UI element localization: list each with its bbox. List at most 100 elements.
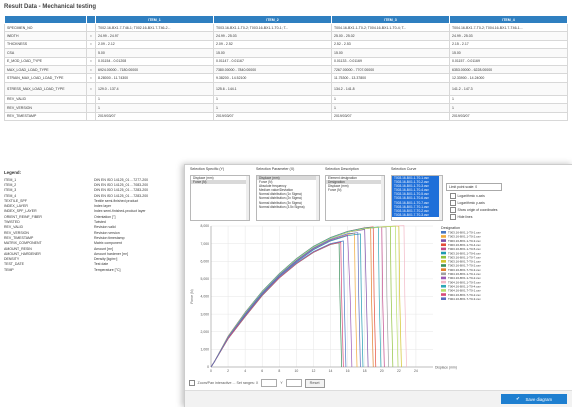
description-option[interactable]: Force (N)	[326, 188, 384, 192]
value-cell: 2.09 - 2.52	[213, 39, 332, 50]
x-tick-label: 12	[312, 369, 316, 373]
option-checkbox[interactable]: Show origin of coordinates	[450, 207, 497, 213]
x-tick-label: 8	[278, 369, 280, 373]
legend-value: DIN EN ISO 14125_01 ...7083-200	[94, 182, 149, 187]
legend-key: INDEX_LAYER	[4, 204, 28, 209]
description-select[interactable]: Element designation Designation Displace (…	[325, 175, 385, 221]
y-range-input[interactable]	[285, 379, 302, 387]
legend-value: Amount hardener [m³]	[94, 251, 129, 256]
property-name-cell: MAX_LOAD_LOAD_TYPE	[4, 64, 87, 75]
x-range-input[interactable]	[261, 379, 278, 387]
legend-value: Textile semi-finished product	[94, 198, 139, 203]
value-cell: 2019/03/07	[449, 111, 568, 121]
legend-key: TEST_DATE	[4, 262, 24, 267]
value-cell: T003.16-BX1.1-T0-2; T003.16-BX1.1-T0-1; …	[213, 22, 332, 33]
legend-value: Revision valid	[94, 225, 116, 230]
curve-select[interactable]: T003.16-BX1.1-T0-1.csv T003.16-BX1.1-T0-2…	[391, 175, 443, 221]
value-cell: 1	[213, 103, 332, 113]
value-cell: 2019/03/07	[95, 111, 214, 121]
legend-key: MATRIX_COMPONENT	[4, 241, 42, 246]
property-name-cell: REV_TIMESTAMP	[4, 111, 87, 121]
zoom-separator: Y	[280, 381, 283, 385]
chart-legend-title: Designation	[441, 226, 460, 230]
value-cell: 129.0 - 137.4	[95, 81, 214, 96]
value-cell: T002.16-BX1.7-T46-1; T002.16-BX1.7-T46-2…	[95, 22, 214, 33]
table-row: E_MOD_LOAD_TYPE ≈0.01154 - 0.01208 0.01147…	[4, 56, 568, 66]
table-row: STRESS_MAX_LOAD_LOAD_TYPE ≈129.0 - 137.4 1…	[4, 81, 568, 96]
description-scrollbar[interactable]	[381, 176, 384, 220]
x-tick-label: 4	[244, 369, 246, 373]
legend-key: INDEX_SPF_LAYER	[4, 209, 37, 214]
result-title: Result Data - Mechanical testing	[4, 4, 97, 10]
legend-key: ORIENT_REINF_FIBER	[4, 214, 42, 219]
approx-cell: ≈	[86, 31, 96, 41]
diagram-dialog: Selection Specific (Y) Displace (mm) Forc…	[184, 164, 572, 407]
legend-row: INDEX_LAYER Index layer	[4, 203, 180, 208]
column-header	[4, 15, 87, 24]
legend-row: ORIENT_REINF_FIBER Orientation [°]	[4, 214, 180, 219]
legend-row: MATRIX_COMPONENT Matrix component	[4, 241, 180, 246]
value-cell: 1	[95, 103, 214, 113]
reset-button[interactable]: Reset	[304, 378, 325, 388]
check-icon: ✔	[515, 396, 520, 401]
value-cell: 0.01154 - 0.01208	[95, 56, 214, 66]
parameter-option[interactable]: Normal distribution (3.5x Sigma)	[257, 205, 319, 209]
legend-swatch	[441, 243, 446, 247]
legend-swatch	[441, 268, 446, 271]
specific-select[interactable]: Displace (mm) Force (N)	[190, 175, 250, 221]
table-row: THICKNESS ≈2.09 - 2.12 2.09 - 2.52 2.52 - 2…	[4, 39, 568, 50]
checkbox-box[interactable]	[450, 200, 456, 206]
zoom-checkbox[interactable]	[189, 380, 195, 386]
value-cell: T004.16-BX1.7-T0-2; T004.16-BX1.7-T46-1.…	[449, 22, 568, 33]
zoom-bar: Zoom/Pan interactive ... Set ranges: X Y…	[189, 378, 569, 388]
specific-option[interactable]: Force (N)	[191, 180, 249, 185]
result-table-body: SPECIMEN_NO T002.16-BX1.7-T46-1; T002.16-…	[4, 22, 568, 121]
value-cell: 2.52 - 2.53	[331, 39, 450, 50]
checkbox-box[interactable]	[450, 214, 456, 220]
y-axis-label: Force (N)	[190, 289, 194, 303]
value-cell: 141.2 - 147.3	[449, 81, 568, 96]
parameter-select[interactable]: Displace (mm) Force (N) Absolute frequency…	[256, 175, 320, 221]
legend-row: INDEX_SPF_LAYER Index semi-finished-produ…	[4, 209, 180, 214]
legend-row: REV_TIMESTAMP Revision timestamp	[4, 235, 180, 240]
legend-key: AMOUNT_HARDENER	[4, 251, 41, 256]
option-checkbox[interactable]: Hide lines	[450, 214, 472, 220]
value-cell: 25.00 - 25.02	[331, 31, 450, 41]
table-row: REV_VERSION 1 1 1 1	[4, 103, 568, 113]
legend-key: TWISTED	[4, 220, 20, 225]
checkbox-box[interactable]	[450, 193, 456, 199]
specific-label: Selection Specific (Y)	[190, 167, 225, 171]
value-cell: 24.99 - 24.97	[95, 31, 214, 41]
dialog-footer: ✔ Save diagram	[185, 390, 572, 407]
legend-key: DENSITY	[4, 257, 20, 262]
legend-swatch	[441, 231, 446, 234]
table-row: REV_VALID 1 1 1 1	[4, 94, 568, 105]
legend-key: ITEM_3	[4, 188, 17, 193]
save-diagram-button[interactable]: ✔ Save diagram	[501, 394, 567, 404]
y-tick-label: 3,000	[201, 312, 210, 316]
limit-point-select[interactable]: Limit point scale: 0	[446, 183, 502, 191]
option-checkbox[interactable]: Logarithmic y-axis	[450, 200, 485, 206]
legend-row: AMOUNT_RESIN Amount [m³]	[4, 246, 180, 251]
legend-value: Density [kg/m³]	[94, 257, 118, 262]
value-cell: 7380.00000 - 7840.00000	[213, 64, 332, 75]
column-header: ITEM_4	[449, 15, 568, 24]
force-displacement-chart: 0 1,000 2,000 3,000 4,000 5,000 6,000 7,000 8,00…	[190, 224, 481, 373]
property-name-cell: THICKNESS	[4, 39, 87, 50]
zoom-label: Zoom/Pan interactive ... Set ranges: X	[197, 381, 259, 385]
value-cell: 2019/03/07	[331, 111, 450, 121]
legend-row: REV_VERSION Revision version	[4, 230, 180, 235]
legend-row: TEXTILE_SPF Textile semi-finished product	[4, 198, 180, 203]
curve-scrollbar[interactable]	[439, 176, 442, 220]
curve-option[interactable]: T003.16-BX1.7-T0-3.csv	[392, 212, 442, 217]
parameter-scrollbar[interactable]	[316, 176, 319, 220]
legend-key: TEXTILE_SPF	[4, 198, 27, 203]
table-row: SPECIMEN_NO T002.16-BX1.7-T46-1; T002.16-…	[4, 22, 568, 33]
specific-scrollbar[interactable]	[246, 176, 249, 220]
property-name-cell: SPECIMEN_NO	[4, 22, 87, 33]
column-header: ITEM_2	[213, 15, 332, 24]
property-name-cell: WIDTH	[4, 31, 87, 41]
option-checkbox[interactable]: Logarithmic x-axis	[450, 193, 485, 199]
legend-entry[interactable]: T004.16-BX1.7-T0-3.csv	[448, 297, 481, 301]
checkbox-box[interactable]	[450, 207, 456, 213]
